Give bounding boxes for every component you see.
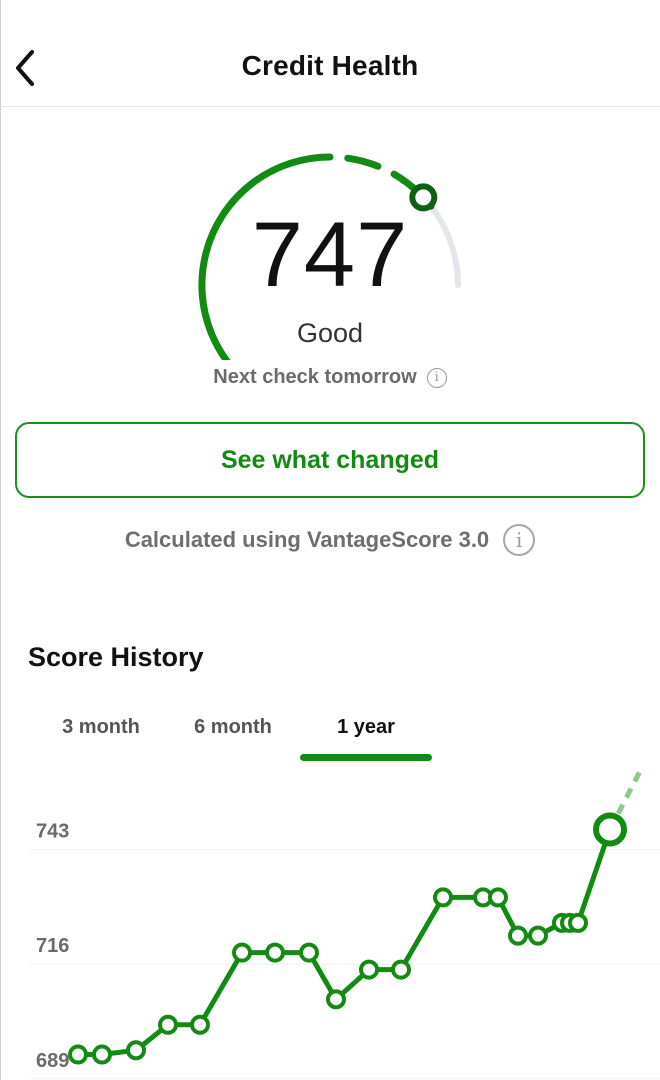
data-point[interactable] <box>433 887 453 908</box>
data-point[interactable] <box>265 942 285 963</box>
data-point[interactable] <box>190 1014 210 1035</box>
data-point[interactable] <box>508 925 528 946</box>
score-rating: Good <box>296 318 364 348</box>
data-point[interactable] <box>158 1014 178 1035</box>
active-tab-indicator <box>300 754 432 761</box>
score-model-text: Calculated using VantageScore 3.0 <box>124 527 490 552</box>
data-point[interactable] <box>299 942 319 963</box>
y-tick-label: 689 <box>36 1050 69 1072</box>
gauge-arc-segment <box>344 154 382 170</box>
score-history-title: Score History <box>28 642 204 672</box>
credit-score-value: 747 <box>251 204 409 306</box>
series-line <box>78 828 613 1058</box>
info-icon[interactable]: i <box>503 524 536 556</box>
data-point[interactable] <box>391 959 411 980</box>
range-tabs: 3 month 6 month 1 year <box>0 710 660 764</box>
data-point[interactable] <box>568 912 588 933</box>
tab-1-year[interactable]: 1 year <box>300 716 432 739</box>
y-tick-label: 743 <box>36 820 69 842</box>
score-history-chart: 689 716 743 <box>30 770 660 1080</box>
page-title: Credit Health <box>241 50 419 81</box>
data-point[interactable] <box>126 1040 146 1061</box>
info-icon[interactable]: i <box>426 367 447 388</box>
data-point[interactable] <box>359 959 379 980</box>
tab-3-month[interactable]: 3 month <box>40 716 162 739</box>
data-point[interactable] <box>326 989 346 1010</box>
top-bar: Credit Health <box>0 0 660 107</box>
data-point[interactable] <box>232 942 252 963</box>
score-model-row: Calculated using VantageScore 3.0 i <box>0 524 660 556</box>
data-point[interactable] <box>528 925 548 946</box>
y-tick-label: 716 <box>36 935 69 957</box>
data-point[interactable] <box>92 1044 112 1065</box>
see-what-changed-button[interactable]: See what changed <box>15 422 645 498</box>
tab-6-month[interactable]: 6 month <box>172 716 294 739</box>
data-point[interactable] <box>68 1044 88 1065</box>
next-check-row: Next check tomorrow i <box>0 366 660 389</box>
next-check-text: Next check tomorrow <box>213 366 417 388</box>
data-point[interactable] <box>488 887 508 908</box>
current-score-point[interactable] <box>593 812 627 847</box>
